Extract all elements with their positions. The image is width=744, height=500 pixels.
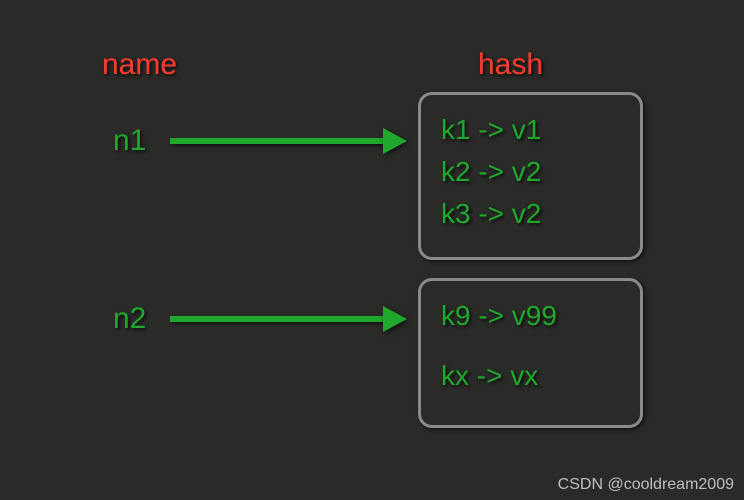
hash-box-n1: k1 -> v1 k2 -> v2 k3 -> v2 (418, 92, 643, 260)
hash-box-n2: k9 -> v99 kx -> vx (418, 278, 643, 428)
hash-entry: k3 -> v2 (441, 193, 620, 235)
arrow-icon (170, 316, 385, 322)
name-label-n1: n1 (113, 124, 146, 158)
hash-entry: k9 -> v99 (441, 295, 620, 337)
column-header-name: name (102, 48, 177, 82)
column-header-hash: hash (478, 48, 543, 82)
hash-entry: k1 -> v1 (441, 109, 620, 151)
arrow-icon (170, 138, 385, 144)
watermark-text: CSDN @cooldream2009 (558, 476, 734, 494)
name-label-n2: n2 (113, 302, 146, 336)
hash-entry: k2 -> v2 (441, 151, 620, 193)
hash-entry: kx -> vx (441, 355, 620, 397)
